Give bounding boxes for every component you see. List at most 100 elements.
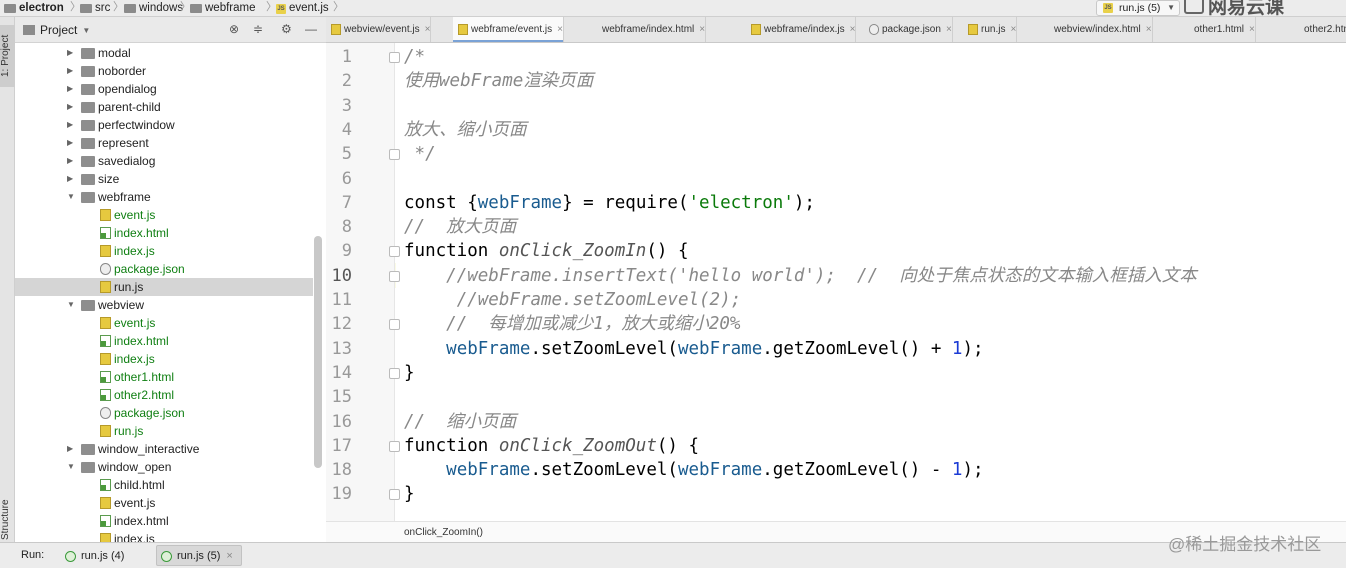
tree-folder[interactable]: ▶ modal — [15, 44, 313, 62]
tree-file[interactable]: run.js — [15, 278, 313, 296]
chevron-right-icon[interactable]: ▶ — [67, 98, 77, 116]
editor-tab[interactable]: webframe/event.js × — [453, 17, 564, 42]
tree-item-label: package.json — [114, 262, 185, 276]
tree-file[interactable]: index.js — [15, 242, 313, 260]
close-icon[interactable]: × — [699, 24, 705, 35]
gear-icon[interactable]: ⚙ — [281, 22, 292, 36]
close-icon[interactable]: × — [1249, 24, 1255, 35]
tree-folder[interactable]: ▶ savedialog — [15, 152, 313, 170]
tab-label: webview/index.html — [1054, 24, 1141, 35]
tree-item-label: index.html — [114, 514, 169, 528]
breadcrumb-item[interactable]: electron — [4, 0, 64, 17]
fold-marker-icon[interactable] — [389, 367, 400, 379]
fold-marker-icon[interactable] — [389, 246, 400, 258]
close-icon[interactable]: × — [1010, 24, 1016, 35]
editor-tab[interactable]: webview/event.js × — [326, 17, 432, 42]
close-icon[interactable]: × — [946, 24, 952, 35]
editor-tab[interactable]: other1.html × — [1176, 17, 1256, 42]
chevron-right-icon[interactable]: ▶ — [67, 44, 77, 62]
chevron-down-icon[interactable]: ▼ — [67, 458, 77, 476]
folder-icon — [81, 300, 95, 311]
tree-file[interactable]: index.js — [15, 530, 313, 542]
tree-folder[interactable]: ▶ perfectwindow — [15, 116, 313, 134]
tree-file[interactable]: index.html — [15, 332, 313, 350]
tree-item-label: modal — [98, 46, 131, 60]
code-line: webFrame.setZoomLevel(webFrame.getZoomLe… — [404, 337, 983, 361]
chevron-right-icon[interactable]: ▶ — [67, 152, 77, 170]
close-icon[interactable]: × — [1146, 24, 1152, 35]
chevron-down-icon[interactable]: ▼ — [67, 296, 77, 314]
breadcrumb-item[interactable]: src — [80, 0, 110, 17]
tree-file[interactable]: package.json — [15, 260, 313, 278]
tree-file[interactable]: package.json — [15, 404, 313, 422]
tree-folder[interactable]: ▶ opendialog — [15, 80, 313, 98]
tree-file[interactable]: run.js — [15, 422, 313, 440]
fold-marker-icon[interactable] — [389, 440, 400, 452]
editor-tab[interactable]: other2.htm — [1286, 17, 1346, 42]
close-icon[interactable]: × — [850, 24, 856, 35]
js-file-icon — [968, 24, 978, 35]
editor-tab[interactable]: webview/index.html × — [1036, 17, 1153, 42]
tree-scrollbar[interactable] — [314, 236, 322, 468]
chevron-right-icon[interactable]: ▶ — [67, 116, 77, 134]
tree-file[interactable]: other2.html — [15, 386, 313, 404]
tree-folder[interactable]: ▶ noborder — [15, 62, 313, 80]
fold-marker-icon[interactable] — [389, 319, 400, 331]
chevron-down-icon[interactable]: ▼ — [67, 188, 77, 206]
tree-file[interactable]: event.js — [15, 206, 313, 224]
chevron-right-icon[interactable]: ▶ — [67, 80, 77, 98]
minimize-icon[interactable]: — — [305, 22, 317, 36]
fold-marker-icon[interactable] — [389, 489, 400, 501]
editor-tab[interactable]: webframe/index.html × — [584, 17, 707, 42]
chevron-right-icon[interactable]: ▶ — [67, 134, 77, 152]
logo-box-icon — [1184, 0, 1204, 15]
tree-folder[interactable]: ▼ webview — [15, 296, 313, 314]
tree-item-label: other1.html — [114, 370, 175, 384]
close-icon[interactable]: × — [425, 24, 431, 35]
fold-marker-icon[interactable] — [389, 149, 400, 161]
run-tab[interactable]: run.js (4) — [60, 545, 133, 566]
json-file-icon — [100, 407, 111, 419]
tree-file[interactable]: index.html — [15, 512, 313, 530]
tree-folder[interactable]: ▼ window_open — [15, 458, 313, 476]
breadcrumb-item[interactable]: JS event.js — [276, 0, 329, 17]
close-icon[interactable]: × — [226, 550, 232, 562]
breadcrumb-item[interactable]: windows — [124, 0, 183, 17]
tree-folder[interactable]: ▶ parent-child — [15, 98, 313, 116]
chevron-right-icon[interactable]: ▶ — [67, 62, 77, 80]
tree-file[interactable]: child.html — [15, 476, 313, 494]
run-tab[interactable]: run.js (5) × — [156, 545, 242, 566]
breadcrumb-item[interactable]: webframe — [190, 0, 256, 17]
chevron-right-icon[interactable]: ▶ — [67, 440, 77, 458]
collapse-icon[interactable]: ≑ — [253, 22, 263, 36]
tree-file[interactable]: index.js — [15, 350, 313, 368]
tree-folder[interactable]: ▶ size — [15, 170, 313, 188]
editor-tab[interactable]: webframe/index.js × — [746, 17, 857, 42]
code-token: /* — [404, 47, 426, 67]
tree-item-label: package.json — [114, 406, 185, 420]
run-configuration-dropdown[interactable]: JS run.js (5) ▼ — [1096, 0, 1180, 16]
tree-file[interactable]: event.js — [15, 314, 313, 332]
code-line: // 放大页面 — [404, 215, 516, 239]
tree-folder[interactable]: ▶ represent — [15, 134, 313, 152]
html-file-icon — [1291, 24, 1301, 35]
editor-tab[interactable]: run.js × — [963, 17, 1018, 42]
code-token: //webFrame.setZoomLevel(2); — [456, 290, 742, 310]
tree-file[interactable]: event.js — [15, 494, 313, 512]
tree-folder[interactable]: ▶ window_interactive — [15, 440, 313, 458]
tree-folder[interactable]: ▼ webframe — [15, 188, 313, 206]
tree-file[interactable]: other1.html — [15, 368, 313, 386]
editor-tab[interactable]: package.json × — [864, 17, 953, 42]
chevron-down-icon: ▼ — [82, 25, 91, 35]
code-token: webFrame — [677, 338, 763, 359]
fold-marker-icon[interactable] — [389, 270, 400, 282]
structure-tool-button[interactable]: Structure — [0, 497, 15, 542]
fold-marker-icon[interactable] — [389, 52, 400, 63]
target-icon[interactable]: ⊗ — [229, 22, 239, 36]
tree-file[interactable]: index.html — [15, 224, 313, 242]
close-icon[interactable]: × — [557, 24, 563, 35]
project-view-selector[interactable]: Project ▼ — [23, 23, 90, 37]
chevron-right-icon[interactable]: ▶ — [67, 170, 77, 188]
project-tool-button[interactable]: 1: Project — [0, 25, 15, 87]
